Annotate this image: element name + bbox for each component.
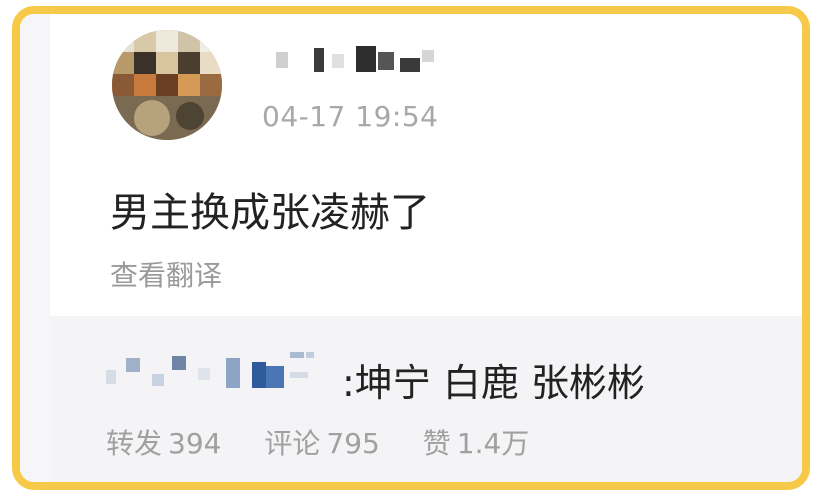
like-count-button[interactable]: 赞 1.4万 [423,422,530,462]
repost-label: 转发 [106,427,163,460]
like-label: 赞 [422,427,451,460]
username-blurred[interactable] [260,44,450,78]
like-count: 1.4万 [456,427,530,460]
avatar[interactable] [112,30,222,140]
left-gutter [20,14,50,482]
post-content: 男主换成张凌赫了 [110,190,430,236]
repost-text: :坤宁 白鹿 张彬彬 [342,361,645,405]
view-translation-link[interactable]: 查看翻译 [110,254,222,294]
comment-count: 795 [326,427,380,460]
highlight-frame: 04-17 19:54 男主换成张凌赫了 查看翻译 :坤宁 白鹿 张彬彬 转发 … [12,6,810,490]
engagement-stats: 转发 394 评论 795 赞 1.4万 [106,422,563,462]
repost-count-button[interactable]: 转发 394 [106,422,221,462]
post-card[interactable]: 04-17 19:54 男主换成张凌赫了 查看翻译 [50,14,802,316]
reposted-card[interactable]: :坤宁 白鹿 张彬彬 转发 394 评论 795 赞 1.4万 [50,316,802,482]
repost-count: 394 [168,427,222,460]
comment-count-button[interactable]: 评论 795 [264,422,379,462]
repost-username-blurred[interactable] [106,348,342,396]
post-timestamp: 04-17 19:54 [262,100,439,133]
comment-label: 评论 [264,427,321,460]
